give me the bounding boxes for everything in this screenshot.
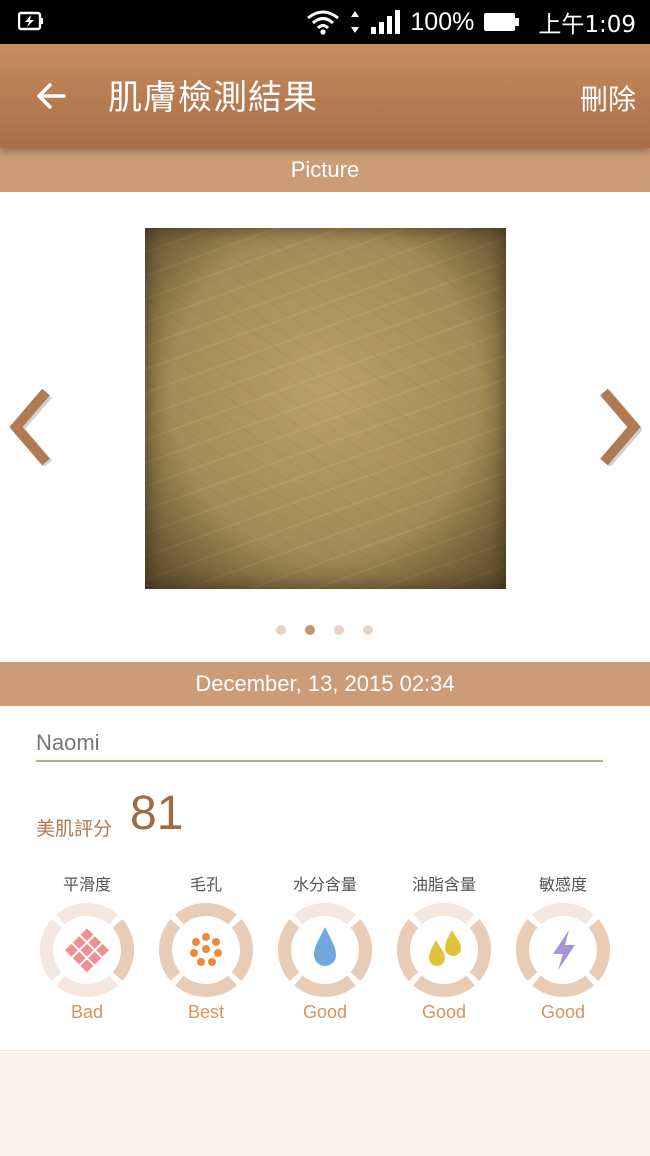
wifi-icon (307, 10, 340, 35)
battery-charging-icon (18, 11, 43, 31)
score-label: 美肌評分 (36, 818, 113, 840)
picture-section-header: Picture (0, 148, 650, 192)
clock: 上午1:09 (538, 12, 636, 38)
page-dot-active[interactable] (305, 625, 315, 635)
delete-button[interactable]: 刪除 (580, 78, 636, 118)
metric-hydration[interactable]: 水分含量 Good (265, 874, 385, 1023)
hydration-gauge (278, 903, 372, 997)
metric-label: 毛孔 (189, 875, 222, 894)
next-picture-button[interactable] (598, 388, 642, 466)
metric-label: 平滑度 (62, 875, 111, 894)
previous-picture-button[interactable] (8, 388, 52, 466)
gauge-segment (112, 919, 134, 981)
gauge-segment (413, 975, 475, 997)
date-bar: December, 13, 2015 02:34 (0, 662, 650, 706)
skin-photo (145, 228, 506, 589)
pores-gauge (159, 903, 253, 997)
page-dot[interactable] (276, 625, 286, 635)
metric-status: Good (302, 1002, 348, 1022)
status-bar: 100% 上午1:09 (0, 0, 650, 44)
metric-status: Best (187, 1002, 225, 1022)
gauge-segment (532, 975, 594, 997)
gauge-segment (159, 919, 181, 981)
app-bar: 肌膚檢測結果 刪除 (0, 44, 650, 148)
water-drop-icon (314, 927, 336, 966)
smoothness-gauge (39, 903, 134, 997)
page-dot[interactable] (334, 625, 344, 635)
metric-sensitivity[interactable]: 敏感度 Good (503, 874, 623, 1023)
gauge-segment (397, 919, 419, 981)
gauge-segment (175, 975, 237, 997)
page-dot[interactable] (363, 625, 373, 635)
gauge-segment (294, 903, 356, 925)
page-title: 肌膚檢測結果 (108, 78, 318, 118)
battery-icon (484, 13, 520, 31)
gauge-segment (39, 919, 62, 981)
metric-status: Bad (70, 1002, 104, 1022)
gauge-segment (278, 919, 300, 981)
gauge-segment (413, 903, 475, 925)
battery-percent: 100% (410, 7, 475, 36)
back-arrow-icon[interactable] (34, 78, 70, 114)
gauge-segment (56, 975, 118, 997)
sensitivity-gauge (516, 903, 610, 997)
metric-pores[interactable]: 毛孔 Best (146, 874, 266, 1023)
gauge-segment (56, 903, 118, 925)
gauge-segment (175, 903, 237, 925)
gauge-segment (294, 975, 356, 997)
lightning-icon (553, 930, 575, 970)
gauge-segment (469, 919, 491, 981)
gauge-segment (516, 919, 538, 981)
page-indicator (276, 625, 373, 635)
gauge-segment (231, 919, 253, 981)
metric-smoothness[interactable]: 平滑度 Bad (27, 874, 147, 1023)
signal-icon (371, 10, 401, 34)
grid-diamond-icon (65, 928, 109, 973)
metric-label: 油脂含量 (411, 875, 476, 894)
oil-drops-icon (429, 930, 461, 966)
pores-dots-icon (190, 933, 222, 966)
metric-label: 敏感度 (538, 875, 587, 894)
gauge-segment (532, 903, 594, 925)
metric-status: Good (540, 1002, 586, 1022)
data-arrows-icon (351, 11, 360, 33)
oil-gauge (397, 903, 491, 997)
metric-oil[interactable]: 油脂含量 Good (384, 874, 504, 1023)
metric-label: 水分含量 (292, 875, 357, 894)
metric-status: Good (421, 1002, 467, 1022)
gauge-segment (588, 919, 610, 981)
gauge-segment (350, 919, 372, 981)
score-value: 81 (130, 787, 184, 840)
user-name-field[interactable]: Naomi (36, 730, 603, 762)
